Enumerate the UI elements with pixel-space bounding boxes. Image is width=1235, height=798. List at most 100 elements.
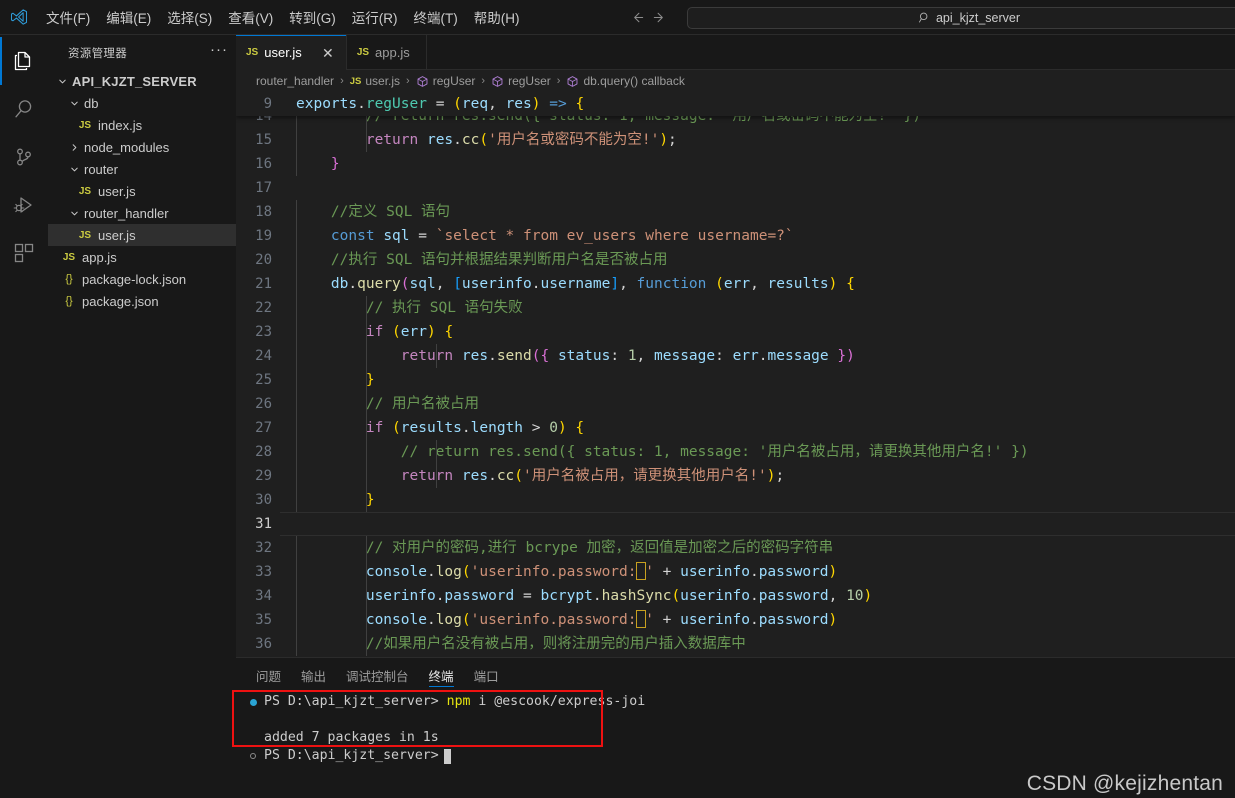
title-bar: 文件(F) 编辑(E) 选择(S) 查看(V) 转到(G) 运行(R) 终端(T…: [0, 0, 1235, 35]
tree-item-router[interactable]: router: [48, 158, 236, 180]
tree-item-label: API_KJZT_SERVER: [72, 73, 197, 89]
code-line-32: 32 // 对用户的密码,进行 bcrype 加密，返回值是加密之后的密码字符串: [236, 536, 1235, 560]
chevron-down-icon: [68, 163, 80, 175]
chevron-right-icon: [68, 141, 80, 153]
explorer-title: 资源管理器: [68, 47, 127, 60]
tree-item-package-json[interactable]: {} package.json: [48, 290, 236, 312]
tree-item-router-handler-user-js[interactable]: JS user.js: [48, 224, 236, 246]
tree-item-api-kjzt-server[interactable]: API_KJZT_SERVER: [48, 70, 236, 92]
menu-edit[interactable]: 编辑(E): [98, 0, 159, 34]
js-file-icon: JS: [78, 229, 92, 241]
tree-item-label: node_modules: [84, 139, 170, 155]
ellipsis-icon[interactable]: ···: [210, 42, 228, 60]
panel-tab-debug-console[interactable]: 调试控制台: [346, 658, 409, 693]
line-number: 24: [255, 348, 272, 364]
activity-search-icon[interactable]: [0, 85, 48, 133]
activity-source-control-icon[interactable]: [0, 133, 48, 181]
line-number: 30: [255, 492, 272, 508]
line-number: 19: [255, 228, 272, 244]
line-content: return res.cc('用户名被占用，请更换其他用户名!');: [296, 464, 1235, 488]
panel-tab-problems[interactable]: 问题: [256, 658, 281, 693]
menu-go[interactable]: 转到(G): [281, 0, 344, 34]
code-line-28: 28 // return res.send({ status: 1, messa…: [236, 440, 1235, 464]
menu-bar: 文件(F) 编辑(E) 选择(S) 查看(V) 转到(G) 运行(R) 终端(T…: [38, 0, 528, 34]
tab-app-js[interactable]: JS app.js: [346, 35, 427, 70]
tab-label: app.js: [375, 45, 410, 60]
code-line-30: 30 }: [236, 488, 1235, 512]
line-content: console.log('userinfo.password: ' + useri…: [296, 608, 1235, 632]
breadcrumb-item-folder[interactable]: router_handler: [256, 74, 334, 88]
code-line-25: 25 }: [236, 368, 1235, 392]
menu-selection[interactable]: 选择(S): [159, 0, 220, 34]
menu-view[interactable]: 查看(V): [220, 0, 281, 34]
line-content: //定义 SQL 语句: [296, 200, 1235, 224]
terminal-prompt: PS D:\api_kjzt_server>: [264, 694, 439, 709]
line-number: 22: [255, 300, 272, 316]
line-number: 20: [255, 252, 272, 268]
activity-run-debug-icon[interactable]: [0, 181, 48, 229]
code-line-22: 22 // 执行 SQL 语句失败: [236, 296, 1235, 320]
line-content: // 对用户的密码,进行 bcrype 加密，返回值是加密之后的密码字符串: [296, 536, 1235, 560]
panel-tab-terminal[interactable]: 终端: [428, 658, 454, 693]
panel-tab-output[interactable]: 输出: [301, 658, 326, 693]
tree-item-router-user-js[interactable]: JS user.js: [48, 180, 236, 202]
tree-item-db[interactable]: db: [48, 92, 236, 114]
json-file-icon: {}: [65, 273, 73, 285]
explorer-sidebar: 资源管理器 ··· API_KJZT_SERVER db JS index.js: [48, 35, 236, 798]
file-tree: API_KJZT_SERVER db JS index.js node_modu…: [48, 70, 236, 312]
watermark: CSDN @kejizhentan: [1026, 772, 1223, 795]
menu-terminal[interactable]: 终端(T): [406, 0, 466, 34]
chevron-down-icon: [68, 97, 80, 109]
panel-tab-ports[interactable]: 端口: [474, 658, 499, 693]
tree-item-label: index.js: [98, 117, 143, 133]
code-line-26: 26 // 用户名被占用: [236, 392, 1235, 416]
menu-help[interactable]: 帮助(H): [466, 0, 528, 34]
command-center[interactable]: api_kjzt_server: [687, 6, 1235, 29]
breadcrumb-item-symbol-3[interactable]: db.query() callback: [583, 74, 684, 88]
menu-file[interactable]: 文件(F): [38, 0, 98, 34]
arrow-right-icon[interactable]: [649, 8, 669, 28]
chevron-right-icon: ›: [556, 75, 561, 87]
command-center-value: api_kjzt_server: [935, 10, 1021, 25]
tree-item-router-handler[interactable]: router_handler: [48, 202, 236, 224]
js-file-icon: JS: [349, 75, 362, 87]
activity-explorer-icon[interactable]: [0, 37, 48, 85]
close-icon[interactable]: ✕: [320, 46, 336, 60]
breadcrumb-item-symbol-1[interactable]: regUser: [433, 74, 476, 88]
tree-item-package-lock-json[interactable]: {} package-lock.json: [48, 268, 236, 290]
line-content: }: [296, 368, 1235, 392]
workbench-body: 资源管理器 ··· API_KJZT_SERVER db JS index.js: [0, 35, 1235, 798]
breadcrumb-item-file[interactable]: user.js: [365, 74, 400, 88]
command-status-icon: [250, 698, 264, 706]
chevron-right-icon: ›: [406, 75, 410, 87]
activity-extensions-icon[interactable]: [0, 229, 48, 277]
line-content: }: [296, 152, 1235, 176]
code-line-15: 15 return res.cc('用户名或密码不能为空!');: [236, 128, 1235, 152]
arrow-left-icon[interactable]: [627, 8, 647, 28]
line-content: if (err) {: [296, 320, 1235, 344]
line-number: 26: [255, 396, 272, 412]
tree-item-index-js[interactable]: JS index.js: [48, 114, 236, 136]
tree-item-node-modules[interactable]: node_modules: [48, 136, 236, 158]
line-content: console.log('userinfo.password: ' + useri…: [296, 560, 1235, 584]
editor-area: JS user.js ✕ JS app.js router_handler › …: [236, 35, 1235, 798]
line-content: }: [296, 488, 1235, 512]
line-number: 15: [255, 132, 272, 148]
code-editor[interactable]: 14 // return res.send({ status: 1, messa…: [236, 92, 1235, 657]
code-line-20: 20 //执行 SQL 语句并根据结果判断用户名是否被占用: [236, 248, 1235, 272]
tree-item-app-js[interactable]: JS app.js: [48, 246, 236, 268]
line-number: 36: [255, 636, 272, 652]
line-content: // 执行 SQL 语句失败: [296, 296, 1235, 320]
activity-bar: [0, 35, 48, 798]
search-icon: [918, 11, 931, 24]
code-line-21: 21 db.query(sql, [userinfo.username], fu…: [236, 272, 1235, 296]
breadcrumb-item-symbol-2[interactable]: regUser: [508, 74, 551, 88]
tree-item-label: router_handler: [84, 205, 169, 221]
line-number: 16: [255, 156, 272, 172]
sticky-scroll-line[interactable]: 9 exports.regUser = (req, res) => {: [236, 92, 1235, 116]
tab-user-js[interactable]: JS user.js ✕: [236, 35, 347, 70]
line-content: //如果用户名没有被占用，则将注册完的用户插入数据库中: [296, 632, 1235, 656]
line-number: 27: [255, 420, 272, 436]
menu-run[interactable]: 运行(R): [344, 0, 406, 34]
